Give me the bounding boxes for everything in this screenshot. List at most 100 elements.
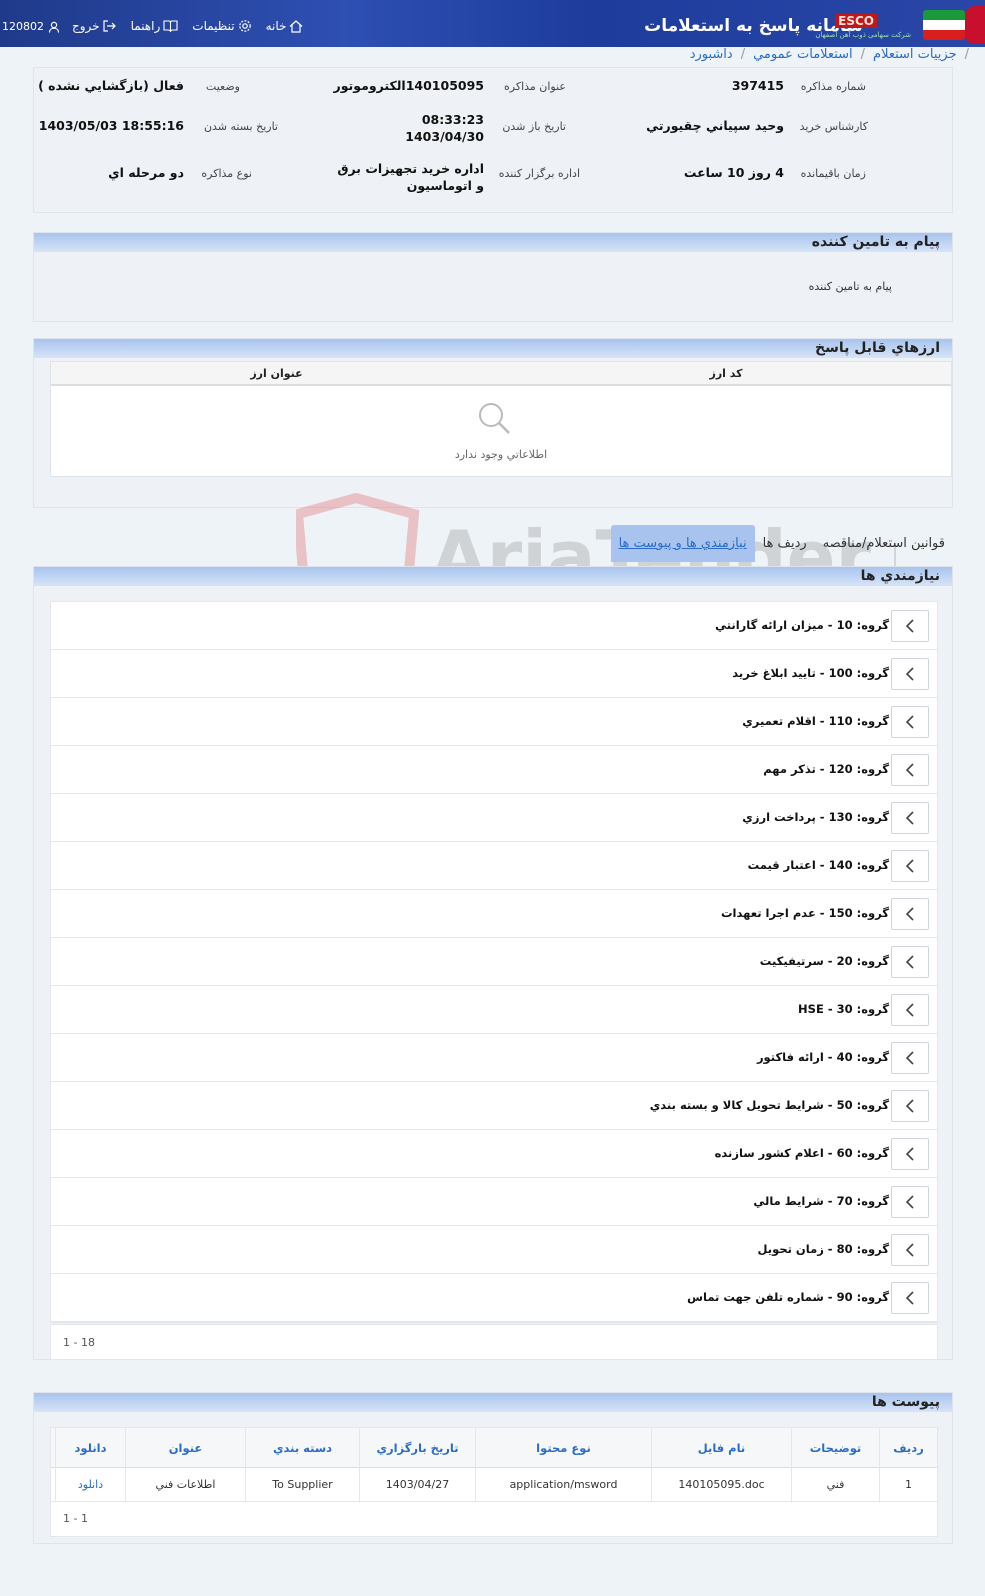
corner-logo <box>965 6 985 44</box>
chevron-left-icon <box>905 859 914 873</box>
open-date-value: 1403/04/30 <box>405 129 484 144</box>
gear-icon <box>238 20 251 32</box>
col-filename-cell: 140105095.doc <box>651 1468 791 1502</box>
requirement-item[interactable]: گروه: 110 - اقلام تعميري <box>51 698 937 746</box>
expand-button[interactable] <box>891 1186 929 1218</box>
tab-bar: نيازمندي ها و پيوست ها رديف ها قوانين اس… <box>610 525 953 562</box>
chevron-left-icon <box>905 1003 914 1017</box>
expand-button[interactable] <box>891 850 929 882</box>
requirement-item[interactable]: گروه: 10 - ميزان ارائه گارانتي <box>51 602 937 650</box>
expand-button[interactable] <box>891 754 929 786</box>
chevron-left-icon <box>905 667 914 681</box>
open-date-label: تاريخ باز شدن <box>502 120 566 133</box>
requirement-item[interactable]: گروه: 30 - HSE <box>51 986 937 1034</box>
col-description-cell: فني <box>791 1468 879 1502</box>
requirement-title: گروه: 130 - پرداخت ارزي <box>742 810 889 824</box>
expand-button[interactable] <box>891 1282 929 1314</box>
chevron-left-icon <box>905 955 914 969</box>
requirement-title: گروه: 110 - اقلام تعميري <box>742 714 889 728</box>
requirement-item[interactable]: گروه: 20 - سرتيفيکيت <box>51 938 937 986</box>
requirement-title: گروه: 70 - شرايط مالي <box>753 1194 889 1208</box>
expand-button[interactable] <box>891 1138 929 1170</box>
expand-button[interactable] <box>891 1090 929 1122</box>
requirement-item[interactable]: گروه: 90 - شماره تلفن جهت تماس <box>51 1274 937 1322</box>
col-content-type-header[interactable]: نوع محتوا <box>475 1428 651 1468</box>
tab-rules[interactable]: قوانين استعلام/مناقصه <box>815 536 953 551</box>
col-filename-header[interactable]: نام فايل <box>651 1428 791 1468</box>
requirement-title: گروه: 100 - تاييد ابلاغ خريد <box>732 666 889 680</box>
chevron-left-icon <box>905 907 914 921</box>
expand-button[interactable] <box>891 706 929 738</box>
settings-link[interactable]: تنظيمات <box>192 19 251 33</box>
expand-button[interactable] <box>891 610 929 642</box>
help-link[interactable]: راهنما <box>131 19 179 33</box>
office-value-line2: و اتوماسيون <box>406 178 484 193</box>
user-icon <box>48 21 60 33</box>
tab-requirements-attachments[interactable]: نيازمندي ها و پيوست ها <box>610 525 755 562</box>
logout-icon <box>102 20 116 32</box>
chevron-left-icon <box>905 1243 914 1257</box>
requirements-heading: نيازمندي ها <box>34 567 952 586</box>
breadcrumb-separator: / <box>860 47 866 62</box>
breadcrumb-separator: / <box>740 47 746 62</box>
title-label: عنوان مذاکره <box>504 80 566 93</box>
col-category-cell: To Supplier <box>245 1468 359 1502</box>
expand-button[interactable] <box>891 658 929 690</box>
expand-button[interactable] <box>891 1042 929 1074</box>
number-label: شماره مذاکره <box>800 80 866 93</box>
col-title-header[interactable]: عنوان <box>125 1428 245 1468</box>
expand-button[interactable] <box>891 994 929 1026</box>
requirement-item[interactable]: گروه: 80 - زمان تحويل <box>51 1226 937 1274</box>
requirement-item[interactable]: گروه: 100 - تاييد ابلاغ خريد <box>51 650 937 698</box>
brand-logo: ESCO <box>835 14 877 28</box>
requirement-item[interactable]: گروه: 50 - شرايط تحويل کالا و بسته بندي <box>51 1082 937 1130</box>
currencies-table: کد ارز عنوان ارز اطلاعاتي وجود ندارد <box>50 361 952 477</box>
pager-text: 1 - 18 <box>63 1336 95 1349</box>
expand-button[interactable] <box>891 802 929 834</box>
breadcrumb-inquiry-details[interactable]: جزييات استعلام <box>873 47 957 67</box>
requirement-item[interactable]: گروه: 120 - تذکر مهم <box>51 746 937 794</box>
col-description-header[interactable]: توضيحات <box>791 1428 879 1468</box>
user-account[interactable]: 120802 <box>2 20 60 33</box>
col-row-header[interactable]: رديف <box>879 1428 937 1468</box>
col-upload-date-cell: 1403/04/27 <box>359 1468 475 1502</box>
chevron-left-icon <box>905 1195 914 1209</box>
empty-message: اطلاعاتي وجود ندارد <box>454 448 548 461</box>
breadcrumb-public-inquiries[interactable]: استعلامات عمومي <box>753 47 853 67</box>
currencies-heading: ارزهاي قابل پاسخ <box>34 339 952 358</box>
logout-link[interactable]: خروج <box>72 19 117 33</box>
requirement-title: گروه: 90 - شماره تلفن جهت تماس <box>687 1290 889 1304</box>
requirements-list: گروه: 10 - ميزان ارائه گارانتي گروه: 100 … <box>50 601 938 1323</box>
status-label: وضعيت <box>205 80 240 93</box>
inquiry-info-panel: شماره مذاکره 397415 عنوان مذاکره 1401050… <box>33 67 953 213</box>
requirement-item[interactable]: گروه: 70 - شرايط مالي <box>51 1178 937 1226</box>
col-content-type-cell: application/msword <box>475 1468 651 1502</box>
requirement-item[interactable]: گروه: 150 - عدم اجرا تعهدات <box>51 890 937 938</box>
col-download-header[interactable]: دانلود <box>55 1428 125 1468</box>
status-value: فعال (بازگشايي نشده ) <box>38 78 184 93</box>
expand-button[interactable] <box>891 1234 929 1266</box>
requirement-item[interactable]: گروه: 40 - ارائه فاکتور <box>51 1034 937 1082</box>
tab-rows[interactable]: رديف ها <box>755 536 815 551</box>
requirement-item[interactable]: گروه: 60 - اعلام کشور سازنده <box>51 1130 937 1178</box>
currency-code-header[interactable]: کد ارز <box>500 362 951 386</box>
remaining-value: 4 روز 10 ساعت <box>683 165 784 180</box>
download-link[interactable]: دانلود <box>55 1468 125 1502</box>
col-category-header[interactable]: دسته بندي <box>245 1428 359 1468</box>
requirement-item[interactable]: گروه: 130 - پرداخت ارزي <box>51 794 937 842</box>
breadcrumb: داشبورد / استعلامات عمومي / جزييات استعل… <box>690 47 969 67</box>
attachments-table: رديف توضيحات نام فايل نوع محتوا تاريخ بارگزا… <box>50 1427 938 1537</box>
currency-title-header[interactable]: عنوان ارز <box>51 362 502 386</box>
home-link[interactable]: خانه <box>266 19 304 33</box>
chevron-left-icon <box>905 1291 914 1305</box>
requirement-item[interactable]: گروه: 140 - اعتبار قيمت <box>51 842 937 890</box>
requirements-pager: 1 - 18 <box>50 1324 938 1360</box>
requirement-title: گروه: 60 - اعلام کشور سازنده <box>714 1146 889 1160</box>
col-upload-date-header[interactable]: تاريخ بارگزاري <box>359 1428 475 1468</box>
expand-button[interactable] <box>891 898 929 930</box>
breadcrumb-dashboard[interactable]: داشبورد <box>690 47 733 67</box>
brand-subtitle: شرکت سهامی ذوب آهن اصفهان <box>815 31 911 39</box>
close-date-value: 1403/05/03 18:55:16 <box>38 118 184 133</box>
expand-button[interactable] <box>891 946 929 978</box>
requirement-title: گروه: 50 - شرايط تحويل کالا و بسته بندي <box>649 1098 889 1112</box>
